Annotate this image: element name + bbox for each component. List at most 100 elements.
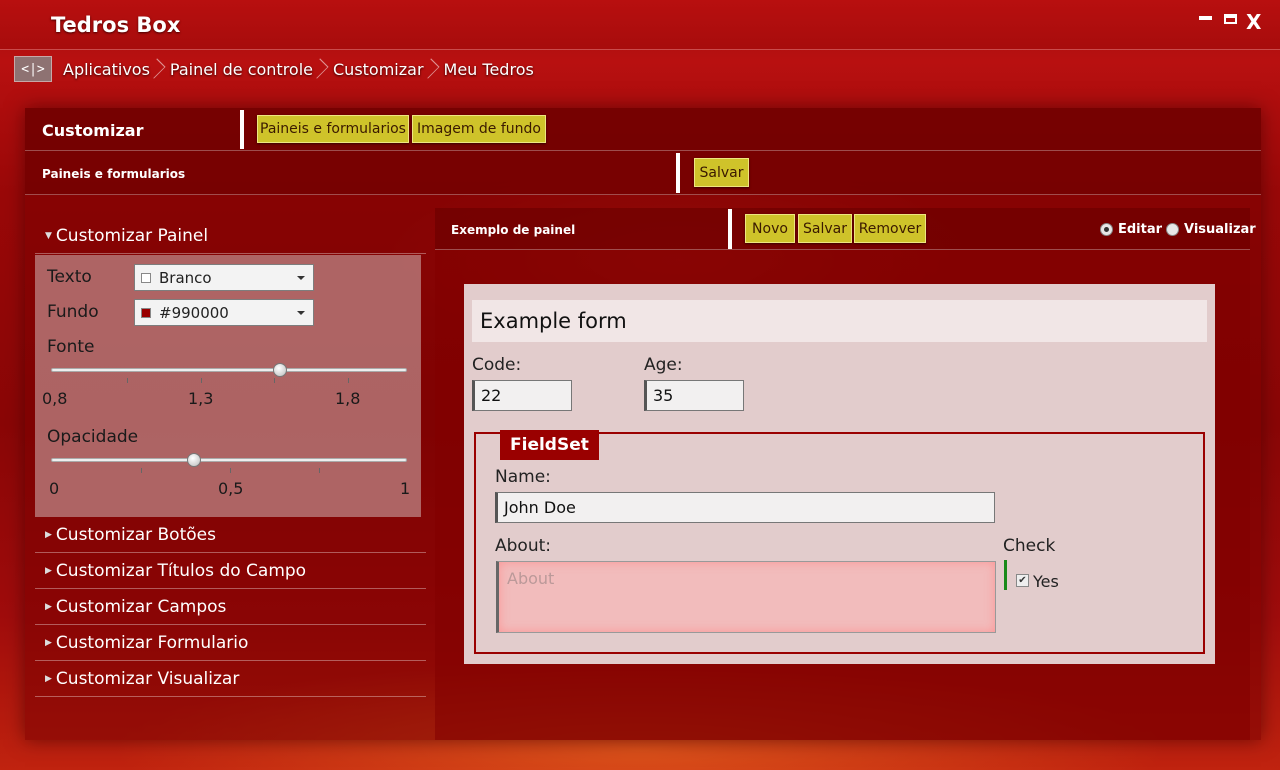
edit-radio-label: Editar — [1118, 222, 1163, 237]
remove-button[interactable]: Remover — [854, 214, 926, 243]
age-label: Age: — [644, 355, 683, 375]
about-textarea[interactable]: About — [496, 561, 996, 633]
view-radio[interactable]: Visualizar — [1166, 222, 1256, 237]
main-panel: Customizar Paineis e formularios Imagem … — [25, 108, 1261, 740]
code-input[interactable]: 22 — [472, 380, 572, 411]
fundo-label: Fundo — [47, 302, 99, 322]
color-swatch — [141, 272, 151, 283]
check-label: Check — [1003, 536, 1056, 556]
texto-label: Texto — [47, 267, 92, 287]
fonte-slider[interactable] — [51, 363, 407, 383]
texto-color-select[interactable]: Branco — [134, 264, 314, 291]
slider-tick — [319, 468, 320, 473]
radio-selected-icon — [1100, 223, 1113, 236]
tab-paineis-formularios[interactable]: Paineis e formularios — [257, 115, 409, 143]
accordion-title: Customizar Formulario — [55, 632, 249, 653]
section-header: Paineis e formularios Salvar — [25, 151, 1261, 195]
save-button[interactable]: Salvar — [694, 158, 749, 187]
edit-radio[interactable]: Editar — [1100, 222, 1162, 237]
slider-tick — [141, 468, 142, 473]
name-label: Name: — [495, 467, 551, 487]
fundo-color-select[interactable]: #990000 — [134, 299, 314, 326]
fonte-tick-label: 1,8 — [335, 389, 361, 408]
chevron-down-icon: ▼ — [45, 230, 52, 241]
opacidade-slider-thumb[interactable] — [187, 453, 202, 467]
slider-tick — [348, 378, 349, 383]
title-bar: Tedros Box X — [0, 0, 1280, 50]
chevron-right-icon: ▶ — [45, 565, 52, 576]
opacidade-label: Opacidade — [47, 427, 139, 447]
slider-tick — [127, 378, 128, 383]
accordion-header-painel[interactable]: ▼ Customizar Painel — [35, 218, 426, 254]
yes-label: Yes — [1033, 572, 1059, 591]
close-icon[interactable]: X — [1246, 10, 1261, 34]
minimize-icon[interactable] — [1199, 16, 1212, 20]
page-title: Customizar — [42, 121, 144, 140]
maximize-icon[interactable] — [1224, 14, 1237, 24]
opacidade-tick-label: 0 — [49, 479, 60, 498]
example-panel-header: Exemplo de painel Novo Salvar Remover Ed… — [435, 208, 1256, 250]
chevron-right-icon: ▶ — [45, 601, 52, 612]
slider-tick — [274, 378, 275, 383]
accordion-header-botoes[interactable]: ▶ Customizar Botões — [35, 517, 426, 553]
accordion-header-campos[interactable]: ▶ Customizar Campos — [35, 589, 426, 625]
tab-imagem-fundo[interactable]: Imagem de fundo — [412, 115, 546, 143]
customizar-header: Customizar Paineis e formularios Imagem … — [25, 108, 1261, 151]
fonte-label: Fonte — [47, 337, 95, 357]
section-title: Paineis e formularios — [42, 167, 186, 181]
yes-checkbox[interactable]: ✔ — [1016, 574, 1029, 587]
chevron-right-icon: ▶ — [45, 529, 52, 540]
chevron-down-icon — [297, 311, 305, 315]
example-form: Example form Code: 22 Age: 35 FieldSet N… — [464, 284, 1215, 664]
fonte-tick-label: 0,8 — [42, 389, 68, 408]
slider-tick — [201, 378, 202, 383]
texto-color-value: Branco — [159, 268, 212, 287]
breadcrumb-separator-icon — [156, 57, 164, 81]
divider — [728, 209, 732, 249]
breadcrumb: <|> Aplicativos Painel de controle Custo… — [14, 56, 538, 82]
accordion-header-titulos[interactable]: ▶ Customizar Títulos do Campo — [35, 553, 426, 589]
chevron-right-icon: ▶ — [45, 637, 52, 648]
chevron-down-icon — [297, 276, 305, 280]
accordion-header-formulario[interactable]: ▶ Customizar Formulario — [35, 625, 426, 661]
slider-tick — [230, 468, 231, 473]
new-button[interactable]: Novo — [745, 214, 795, 243]
chevron-right-icon: ▶ — [45, 673, 52, 684]
code-label: Code: — [472, 355, 522, 375]
age-input[interactable]: 35 — [644, 380, 744, 411]
code-toggle-button[interactable]: <|> — [14, 56, 52, 82]
fundo-color-value: #990000 — [159, 303, 229, 322]
breadcrumb-item-customizar[interactable]: Customizar — [329, 60, 428, 79]
fieldset-legend: FieldSet — [500, 430, 599, 460]
opacidade-tick-label: 0,5 — [218, 479, 244, 498]
divider — [676, 153, 680, 193]
about-label: About: — [495, 536, 551, 556]
form-title: Example form — [472, 300, 1207, 342]
name-input[interactable]: John Doe — [495, 492, 995, 523]
radio-unselected-icon — [1166, 223, 1179, 236]
opacidade-slider[interactable] — [51, 453, 407, 473]
accordion-title: Customizar Visualizar — [55, 668, 240, 689]
customize-accordion: ▼ Customizar Painel Texto Branco Fundo #… — [35, 218, 426, 697]
accordion-body-painel: Texto Branco Fundo #990000 Fonte 0,8 1,3… — [35, 255, 421, 517]
fonte-tick-label: 1,3 — [188, 389, 214, 408]
opacidade-tick-label: 1 — [400, 479, 411, 498]
accordion-header-visualizar[interactable]: ▶ Customizar Visualizar — [35, 661, 426, 697]
breadcrumb-separator-icon — [430, 57, 438, 81]
accordion-title: Customizar Botões — [55, 524, 216, 545]
example-panel-title: Exemplo de painel — [451, 223, 576, 237]
accordion-title: Customizar Painel — [55, 225, 209, 246]
breadcrumb-item-painel[interactable]: Painel de controle — [166, 60, 317, 79]
app-title: Tedros Box — [51, 13, 181, 37]
check-indicator — [1004, 560, 1007, 590]
color-swatch — [141, 307, 151, 318]
fonte-slider-thumb[interactable] — [272, 363, 287, 377]
breadcrumb-item-meu-tedros[interactable]: Meu Tedros — [440, 60, 538, 79]
breadcrumb-item-aplicativos[interactable]: Aplicativos — [59, 60, 154, 79]
divider — [240, 110, 244, 149]
fieldset: FieldSet Name: John Doe About: About Che… — [474, 430, 1205, 654]
view-radio-label: Visualizar — [1184, 222, 1256, 237]
save-panel-button[interactable]: Salvar — [798, 214, 852, 243]
accordion-title: Customizar Campos — [55, 596, 227, 617]
accordion-title: Customizar Títulos do Campo — [55, 560, 307, 581]
